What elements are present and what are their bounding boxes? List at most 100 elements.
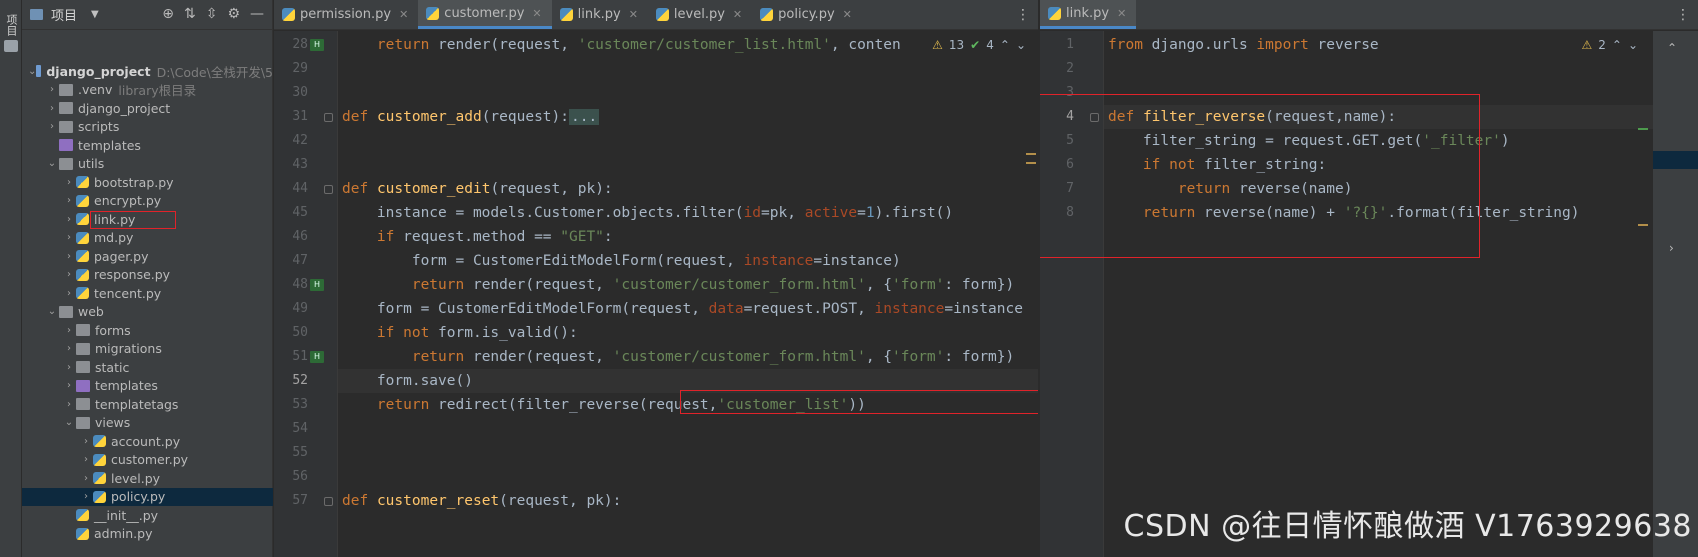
inspection-widget[interactable]: ⚠ 2 ⌃ ⌄ <box>1581 38 1638 52</box>
chevron-right-icon[interactable]: › <box>62 288 76 299</box>
code-line[interactable] <box>338 465 1038 489</box>
close-icon[interactable]: ✕ <box>532 7 541 20</box>
code-line[interactable]: form = CustomerEditModelForm(request, da… <box>338 297 1038 321</box>
chevron-down-icon[interactable]: ⌄ <box>45 306 59 317</box>
tab-link-py[interactable]: link.py ✕ <box>1040 0 1137 29</box>
tree-item-md-py[interactable]: › md.py <box>22 229 273 248</box>
chevron-down-icon[interactable]: ⌄ <box>28 66 36 77</box>
run-gutter-icon[interactable]: H <box>310 351 324 363</box>
code-line[interactable]: filter_string = request.GET.get('_filter… <box>1104 129 1698 153</box>
tab-permission-py[interactable]: permission.py ✕ <box>274 0 418 29</box>
code-line[interactable] <box>338 57 1038 81</box>
close-icon[interactable]: ✕ <box>399 8 408 21</box>
inspection-widget[interactable]: ⚠ 13 ✔ 4 ⌃ ⌄ <box>932 38 1026 52</box>
tree-item-response-py[interactable]: › response.py <box>22 266 273 285</box>
code-line[interactable]: return render(request, 'customer/custome… <box>338 273 1038 297</box>
tree-item-tencent-py[interactable]: › tencent.py <box>22 284 273 303</box>
chevron-right-icon[interactable]: › <box>45 121 59 132</box>
gear-icon[interactable]: ⚙ <box>227 6 240 22</box>
code-line[interactable]: form = CustomerEditModelForm(request, in… <box>338 249 1038 273</box>
next-highlight-icon[interactable]: ⌄ <box>1016 38 1026 52</box>
run-gutter-icon[interactable]: H <box>310 39 324 51</box>
chevron-right-icon[interactable]: › <box>62 325 76 336</box>
next-highlight-icon[interactable]: ⌄ <box>1628 38 1638 52</box>
code-line[interactable]: def filter_reverse(request,name): <box>1104 105 1698 129</box>
chevron-right-icon[interactable]: › <box>62 269 76 280</box>
tree-item-customer-py[interactable]: › customer.py <box>22 451 273 470</box>
prev-highlight-icon[interactable]: ⌃ <box>1000 38 1010 52</box>
code-line[interactable]: def customer_reset(request, pk): <box>338 489 1038 513</box>
tree-item-encrypt-py[interactable]: › encrypt.py <box>22 192 273 211</box>
tree-item-templates[interactable]: templates <box>22 136 273 155</box>
code-line[interactable]: form.save() <box>338 369 1038 393</box>
more-tabs-icon[interactable]: ⋮ <box>1676 7 1690 23</box>
chevron-down-icon[interactable]: ⌄ <box>45 158 59 169</box>
chevron-right-icon[interactable]: › <box>62 195 76 206</box>
tree-item-templates[interactable]: › templates <box>22 377 273 396</box>
tab-level-py[interactable]: level.py ✕ <box>648 0 752 29</box>
tree-item-account-py[interactable]: › account.py <box>22 432 273 451</box>
code-line[interactable]: instance = models.Customer.objects.filte… <box>338 201 1038 225</box>
tab-customer-py[interactable]: customer.py ✕ <box>418 0 552 29</box>
code-line[interactable]: def customer_edit(request, pk): <box>338 177 1038 201</box>
tree-item-admin-py[interactable]: admin.py <box>22 525 273 544</box>
chevron-right-icon[interactable]: › <box>45 103 59 114</box>
tab-policy-py[interactable]: policy.py ✕ <box>752 0 862 29</box>
chevron-right-icon[interactable]: › <box>62 251 76 262</box>
tree-item-migrations[interactable]: › migrations <box>22 340 273 359</box>
chevron-up-icon[interactable]: ⌃ <box>1667 41 1677 55</box>
code-line[interactable]: return reverse(name) <box>1104 177 1698 201</box>
tree-item-views[interactable]: ⌄ views <box>22 414 273 433</box>
tree-item-django-project[interactable]: ⌄ django_project D:\Code\全栈开发\5 <box>22 62 273 81</box>
chevron-right-icon[interactable]: › <box>79 454 93 465</box>
tree-item-django-project[interactable]: › django_project <box>22 99 273 118</box>
code-line[interactable] <box>338 129 1038 153</box>
code-line[interactable] <box>338 417 1038 441</box>
tree-item-static[interactable]: › static <box>22 358 273 377</box>
chevron-right-icon[interactable]: › <box>62 380 76 391</box>
chevron-right-icon[interactable]: › <box>62 362 76 373</box>
run-gutter-icon[interactable]: H <box>310 279 324 291</box>
chevron-right-icon[interactable]: › <box>62 214 76 225</box>
chevron-right-icon[interactable]: › <box>79 473 93 484</box>
collapse-all-icon[interactable]: ⇳ <box>206 6 218 22</box>
code-line[interactable]: if not form.is_valid(): <box>338 321 1038 345</box>
fold-icon[interactable] <box>324 497 333 506</box>
expand-all-icon[interactable]: ⇅ <box>184 6 196 22</box>
code-line[interactable]: return render(request, 'customer/custome… <box>338 345 1038 369</box>
tree-item-bootstrap-py[interactable]: › bootstrap.py <box>22 173 273 192</box>
tree-item-policy-py[interactable]: › policy.py <box>22 487 273 506</box>
more-tabs-icon[interactable]: ⋮ <box>1016 7 1030 23</box>
tree-item-venv[interactable]: › .venv library根目录 <box>22 81 273 100</box>
tree-item-scripts[interactable]: › scripts <box>22 118 273 137</box>
chevron-down-icon[interactable]: ▼ <box>91 9 99 20</box>
chevron-right-icon[interactable]: › <box>62 399 76 410</box>
tree-item-utils[interactable]: ⌄ utils <box>22 155 273 174</box>
chevron-right-icon[interactable]: › <box>1669 241 1674 255</box>
tree-item-pager-py[interactable]: › pager.py <box>22 247 273 266</box>
code-line[interactable] <box>338 81 1038 105</box>
chevron-right-icon[interactable]: › <box>79 491 93 502</box>
chevron-right-icon[interactable]: › <box>62 343 76 354</box>
close-icon[interactable]: ✕ <box>629 8 638 21</box>
chevron-right-icon[interactable]: › <box>79 436 93 447</box>
chevron-right-icon[interactable]: › <box>62 177 76 188</box>
project-tool-tab[interactable]: 项目 <box>3 14 19 36</box>
close-icon[interactable]: ✕ <box>843 8 852 21</box>
code-line[interactable] <box>1104 81 1698 105</box>
code-line[interactable]: return redirect(filter_reverse(request,'… <box>338 393 1038 417</box>
code-area[interactable]: return render(request, 'customer/custome… <box>338 31 1038 557</box>
code-area[interactable]: from django.urls import reverse def filte… <box>1104 31 1698 557</box>
tree-item-forms[interactable]: › forms <box>22 321 273 340</box>
locate-file-icon[interactable]: ⊕ <box>162 6 174 22</box>
tree-item-level-py[interactable]: › level.py <box>22 469 273 488</box>
chevron-down-icon[interactable]: ⌄ <box>62 417 76 428</box>
fold-icon[interactable] <box>324 185 333 194</box>
code-line[interactable] <box>338 153 1038 177</box>
close-icon[interactable]: ✕ <box>733 8 742 21</box>
tab-link-py[interactable]: link.py ✕ <box>552 0 648 29</box>
fold-icon[interactable] <box>324 113 333 122</box>
minimize-icon[interactable]: — <box>250 6 264 22</box>
code-line[interactable] <box>1104 57 1698 81</box>
chevron-right-icon[interactable]: › <box>62 232 76 243</box>
